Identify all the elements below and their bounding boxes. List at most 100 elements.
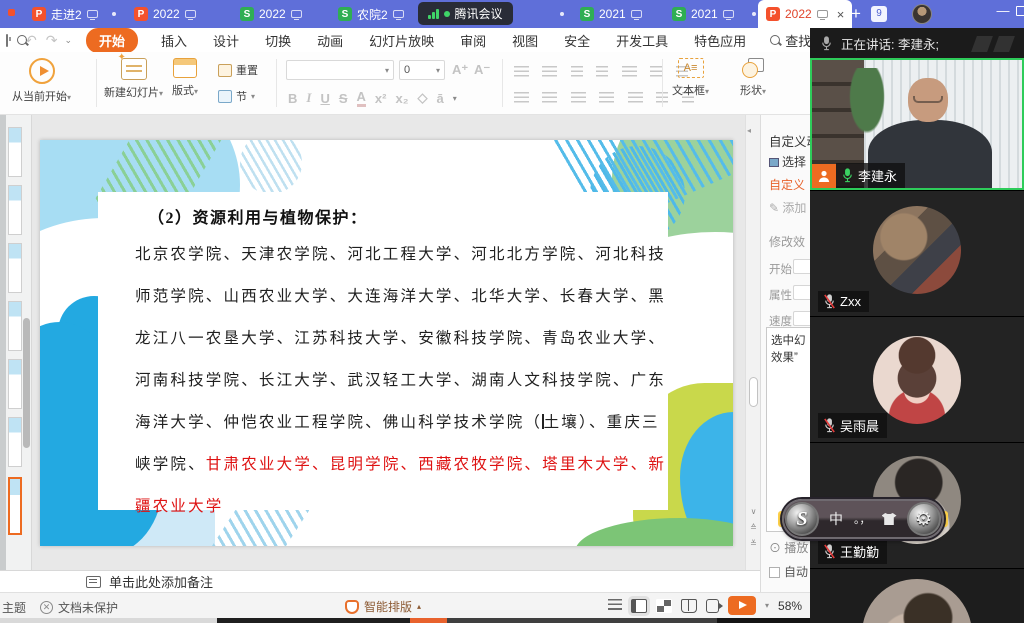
tab-list-badge[interactable]: 9	[871, 6, 887, 22]
doc-tab-6[interactable]: S 2021	[664, 0, 742, 28]
selection-pane-button[interactable]: 选择	[769, 153, 806, 170]
account-avatar[interactable]	[912, 4, 932, 24]
slide[interactable]: （2）资源利用与植物保护： 北京农学院、天津农学院、河北工程大学、河北北方学院、…	[40, 140, 733, 546]
slide-textbox[interactable]: （2）资源利用与植物保护： 北京农学院、天津农学院、河北工程大学、河北北方学院、…	[98, 192, 668, 510]
tab-design[interactable]: 设计	[213, 29, 239, 52]
play-options-icon[interactable]: ▾	[765, 601, 769, 610]
restore-window-button[interactable]	[1016, 6, 1024, 16]
tab-special-apps[interactable]: 特色应用	[694, 29, 746, 52]
start-combo[interactable]	[793, 259, 810, 274]
doc-tab-5[interactable]: S 2021	[572, 0, 650, 28]
phonetic-button[interactable]: ā	[436, 91, 443, 106]
ime-toolbar[interactable]: S 中 。， ⚙	[778, 496, 948, 542]
reset-button[interactable]: 重置	[218, 62, 258, 78]
custom-animation-tab[interactable]: 自定义	[769, 176, 805, 193]
notes-bar[interactable]: 单击此处添加备注	[0, 570, 760, 592]
tab-home[interactable]: 开始	[86, 28, 138, 53]
tab-review[interactable]: 审阅	[460, 29, 486, 52]
tab-insert[interactable]: 插入	[161, 29, 187, 52]
normal-view-icon[interactable]	[631, 599, 647, 613]
slide-thumbnail[interactable]	[8, 359, 22, 409]
doc-tab-2[interactable]: P 2022	[126, 0, 204, 28]
participant-tile-zxx[interactable]: Zxx	[810, 190, 1024, 316]
scrollbar-thumb[interactable]	[749, 377, 758, 407]
scroll-down-icon[interactable]: ∨	[746, 507, 761, 516]
theme-button[interactable]: 主题	[2, 599, 26, 616]
font-color-button[interactable]: A	[357, 89, 366, 107]
auto-preview-checkbox[interactable]: 自动	[769, 563, 808, 580]
panel-icon[interactable]	[6, 34, 8, 47]
superscript-button[interactable]: x²	[375, 91, 387, 106]
smart-layout-button[interactable]: 智能排版 ▴	[345, 598, 421, 615]
new-slide-button[interactable]: 新建幻灯片▾	[104, 58, 163, 100]
next-slide-icon[interactable]: ≚	[746, 539, 761, 548]
distribute-icon[interactable]	[628, 92, 643, 103]
slide-thumbnail[interactable]	[8, 127, 22, 177]
strikethrough-button[interactable]: S	[339, 91, 348, 106]
layout-button[interactable]: 版式▾	[172, 58, 198, 98]
align-left-icon[interactable]	[514, 92, 529, 103]
ime-settings-button[interactable]: ⚙	[907, 502, 941, 536]
speed-combo[interactable]	[793, 311, 810, 326]
doc-tab-1[interactable]: P 走进2	[24, 0, 106, 28]
ime-punct-mode[interactable]: 。，	[854, 511, 871, 527]
zoom-level[interactable]: 58%	[778, 599, 802, 613]
tencent-meeting-float[interactable]: 腾讯会议	[418, 2, 513, 25]
textbox-button[interactable]: A≡ 文本框▾	[672, 58, 709, 98]
tab-transition[interactable]: 切换	[265, 29, 291, 52]
previous-slide-icon[interactable]: ≙	[746, 523, 761, 532]
new-tab-button[interactable]: +	[845, 3, 867, 25]
slide-thumbnail[interactable]	[8, 301, 22, 351]
participant-video-lijianyong[interactable]: 李建永	[810, 58, 1024, 190]
minimize-button[interactable]: —	[995, 3, 1011, 23]
ime-logo-button[interactable]: S	[785, 502, 819, 536]
tab-slideshow[interactable]: 幻灯片放映	[369, 29, 434, 52]
reading-view-icon[interactable]	[681, 599, 697, 613]
numbered-list-icon[interactable]	[542, 66, 557, 77]
toolbar-more-icon[interactable]: ⌄	[64, 35, 72, 46]
shrink-font-button[interactable]: A⁻	[474, 62, 490, 78]
slide-thumbnail[interactable]	[8, 417, 22, 467]
font-size-combo[interactable]: 0▾	[399, 60, 445, 80]
doc-tab-3[interactable]: S 2022	[232, 0, 310, 28]
italic-button[interactable]: I	[306, 90, 311, 106]
bold-button[interactable]: B	[288, 91, 297, 106]
grow-font-button[interactable]: A⁺	[452, 62, 468, 78]
slide-thumbnail-selected[interactable]	[8, 477, 22, 535]
align-center-icon[interactable]	[542, 92, 557, 103]
font-family-combo[interactable]: ▾	[286, 60, 394, 80]
subscript-button[interactable]: x₂	[395, 91, 408, 106]
participant-tile-wuyuchen[interactable]: 吴雨晨	[810, 316, 1024, 442]
close-tab-icon[interactable]: ×	[837, 7, 845, 22]
slideshow-play-button[interactable]	[728, 596, 756, 615]
slide-thumbnail[interactable]	[8, 243, 22, 293]
slide-thumbnail[interactable]	[8, 185, 22, 235]
find-button[interactable]: 查找	[769, 31, 811, 50]
slide-sorter-icon[interactable]	[656, 599, 672, 613]
play-from-current-button[interactable]: 从当前开始▾	[12, 58, 71, 104]
canvas-scrollbar[interactable]: ∨ ≙ ≚	[745, 115, 760, 570]
participant-tile-partial[interactable]	[810, 568, 1024, 623]
shapes-button[interactable]: 形状▾	[740, 58, 766, 98]
tab-view[interactable]: 视图	[512, 29, 538, 52]
underline-button[interactable]: U	[320, 91, 329, 106]
doc-tab-4[interactable]: S 农院2	[330, 0, 412, 28]
justify-icon[interactable]	[599, 92, 614, 103]
doc-tab-active[interactable]: P 2022 ×	[758, 0, 852, 28]
align-right-icon[interactable]	[571, 92, 586, 103]
ime-skin-icon[interactable]	[882, 513, 897, 525]
tab-animation[interactable]: 动画	[317, 29, 343, 52]
notes-toggle-icon[interactable]	[608, 599, 622, 613]
ime-lang-mode[interactable]: 中	[829, 509, 843, 529]
clear-format-button[interactable]: ◇	[417, 90, 427, 106]
record-icon[interactable]	[706, 599, 719, 613]
section-button[interactable]: 节▾	[218, 88, 255, 104]
text-direction-icon[interactable]	[622, 66, 637, 77]
increase-indent-icon[interactable]	[596, 66, 608, 77]
thumbnail-scrollbar[interactable]	[23, 318, 30, 448]
tab-devtools[interactable]: 开发工具	[616, 29, 668, 52]
decrease-indent-icon[interactable]	[571, 66, 583, 77]
redo-icon[interactable]: ↷	[46, 32, 58, 49]
document-protection-status[interactable]: ✕ 文档未保护	[40, 599, 118, 616]
tab-security[interactable]: 安全	[564, 29, 590, 52]
